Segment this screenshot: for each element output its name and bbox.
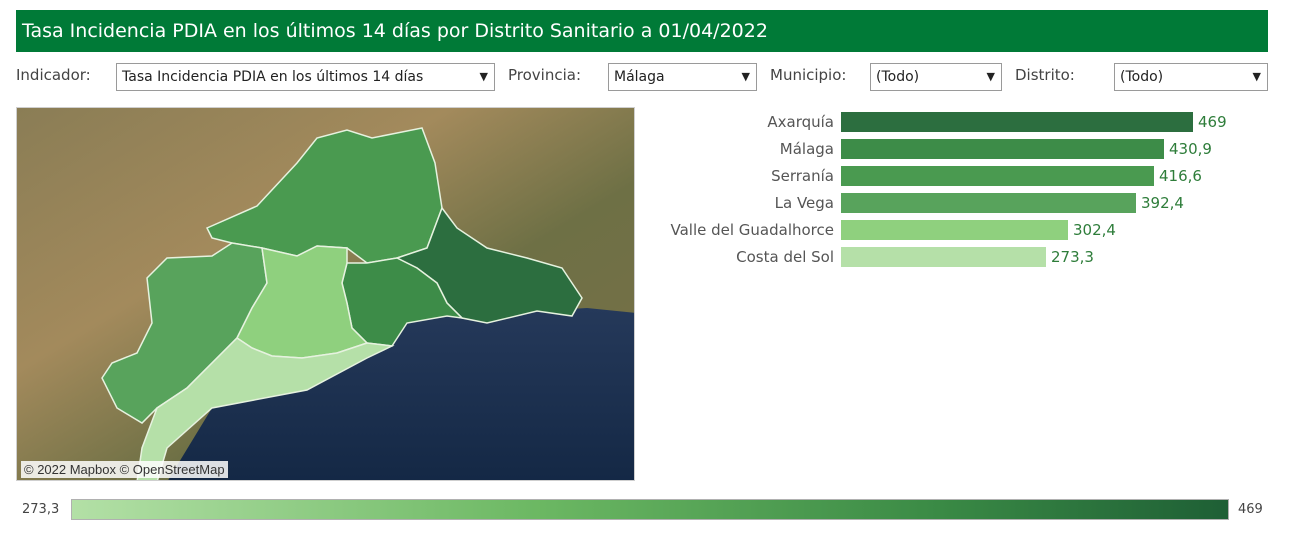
provincia-label: Provincia: [508, 66, 582, 84]
municipio-label: Municipio: [770, 66, 847, 84]
bar-malaga[interactable] [841, 139, 1164, 159]
map-attribution: © 2022 Mapbox © OpenStreetMap [21, 461, 228, 478]
bar-label-la-vega: La Vega [774, 194, 834, 212]
bar-value-serrania: 416,6 [1159, 167, 1202, 185]
caret-down-icon: ▼ [741, 70, 750, 83]
indicador-dropdown[interactable]: Tasa Incidencia PDIA en los últimos 14 d… [116, 63, 495, 91]
bar-serrania[interactable] [841, 166, 1154, 186]
bar-label-valle-del-guadalhorce: Valle del Guadalhorce [670, 221, 834, 239]
caret-down-icon: ▼ [1252, 70, 1261, 83]
caret-down-icon: ▼ [986, 70, 995, 83]
dashboard-title: Tasa Incidencia PDIA en los últimos 14 d… [16, 10, 1268, 52]
legend-max-label: 469 [1238, 502, 1263, 517]
bar-value-axarquia: 469 [1198, 113, 1227, 131]
bar-la-vega[interactable] [841, 193, 1136, 213]
bar-label-malaga: Málaga [779, 140, 834, 158]
legend-color-ramp [71, 499, 1229, 520]
bar-value-valle-del-guadalhorce: 302,4 [1073, 221, 1116, 239]
provincia-dropdown[interactable]: Málaga ▼ [608, 63, 757, 91]
distrito-label: Distrito: [1015, 66, 1075, 84]
bar-valle-del-guadalhorce[interactable] [841, 220, 1068, 240]
distrito-dropdown[interactable]: (Todo) ▼ [1114, 63, 1268, 91]
provincia-value: Málaga [614, 69, 665, 85]
bar-value-costa-del-sol: 273,3 [1051, 248, 1094, 266]
bar-label-serrania: Serranía [771, 167, 834, 185]
map-svg [17, 108, 634, 480]
distrito-value: (Todo) [1120, 69, 1164, 85]
legend-min-label: 273,3 [22, 502, 60, 517]
bar-axarquia[interactable] [841, 112, 1193, 132]
indicador-label: Indicador: [16, 66, 91, 84]
bar-label-costa-del-sol: Costa del Sol [736, 248, 834, 266]
district-map[interactable]: © 2022 Mapbox © OpenStreetMap [16, 107, 635, 481]
bar-value-malaga: 430,9 [1169, 140, 1212, 158]
caret-down-icon: ▼ [479, 70, 488, 83]
indicador-value: Tasa Incidencia PDIA en los últimos 14 d… [122, 69, 424, 85]
bar-value-la-vega: 392,4 [1141, 194, 1184, 212]
bar-label-axarquia: Axarquía [767, 113, 834, 131]
bar-costa-del-sol[interactable] [841, 247, 1046, 267]
municipio-dropdown[interactable]: (Todo) ▼ [870, 63, 1002, 91]
municipio-value: (Todo) [876, 69, 920, 85]
